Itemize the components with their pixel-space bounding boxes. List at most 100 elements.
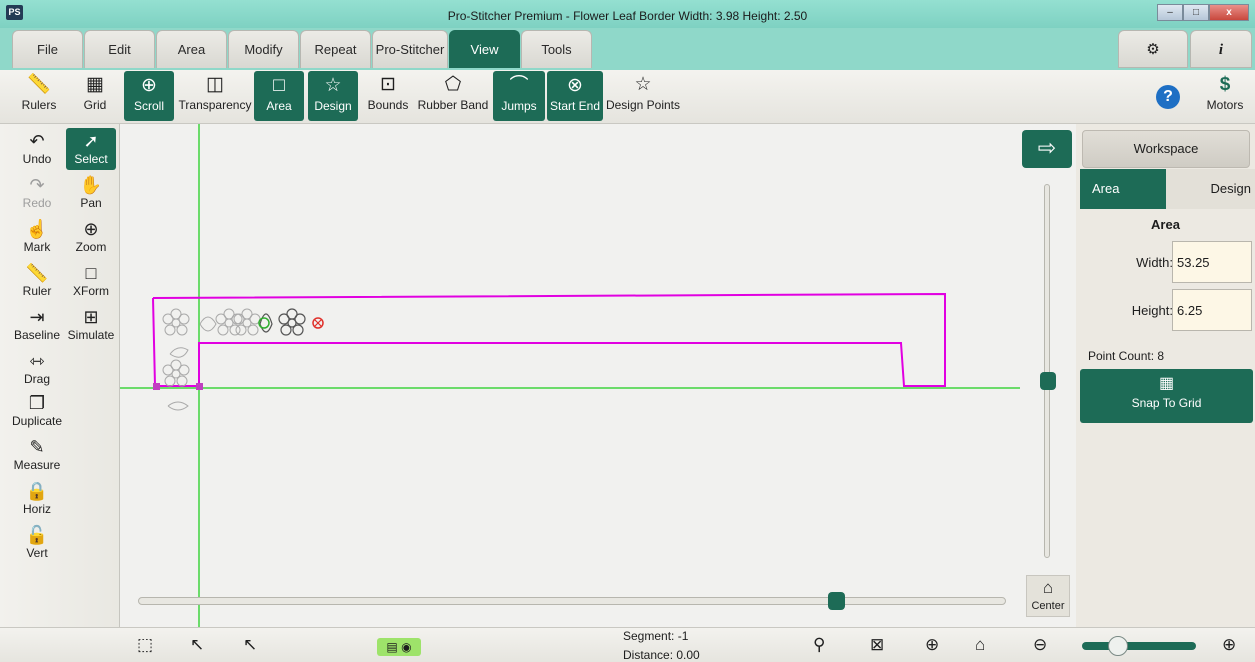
- bounds-button[interactable]: ⊡ Bounds: [364, 70, 412, 122]
- select-box-icon[interactable]: ⬚: [137, 635, 153, 655]
- undo-label: Undo: [22, 152, 52, 166]
- close-button[interactable]: x: [1209, 4, 1249, 21]
- tab-tools[interactable]: Tools: [521, 30, 592, 68]
- drag-label: Drag: [23, 372, 50, 386]
- vert-icon: 🔓: [25, 525, 49, 545]
- bounds-label: Bounds: [367, 98, 409, 112]
- move-end-icon[interactable]: ↖: [243, 635, 257, 655]
- mark-button[interactable]: ☝ Mark: [12, 216, 62, 258]
- redo-button[interactable]: ↷ Redo: [12, 172, 62, 214]
- xform-label: XForm: [73, 284, 109, 298]
- ruler-label: Ruler: [22, 284, 52, 298]
- area-label: Area: [266, 99, 292, 113]
- tab-design-properties[interactable]: Design: [1166, 169, 1255, 209]
- zoom-slider-track[interactable]: [1082, 642, 1196, 650]
- tab-area-properties[interactable]: Area: [1080, 169, 1166, 209]
- xform-button[interactable]: □ XForm: [66, 260, 116, 302]
- help-button[interactable]: ?: [1146, 70, 1190, 122]
- horizontal-scroll-track[interactable]: [138, 597, 1006, 605]
- start-end-button[interactable]: ⊗ Start End: [547, 71, 603, 121]
- zoom-out-icon[interactable]: ⊖: [1033, 635, 1047, 655]
- mark-icon: ☝: [25, 219, 49, 239]
- expand-panel-button[interactable]: ⇨: [1022, 130, 1072, 168]
- vert-button[interactable]: 🔓 Vert: [12, 522, 62, 564]
- title-bar: PS Pro-Stitcher Premium - Flower Leaf Bo…: [0, 0, 1255, 28]
- zoom-button[interactable]: ⊕ Zoom: [66, 216, 116, 258]
- undo-button[interactable]: ↶ Undo: [12, 128, 62, 170]
- tab-modify[interactable]: Modify: [228, 30, 299, 68]
- design-label: Design: [314, 99, 352, 113]
- design-toggle-button[interactable]: ☆ Design: [308, 71, 358, 121]
- drag-button[interactable]: ⇿ Drag: [12, 348, 62, 390]
- workspace-button[interactable]: Workspace: [1082, 130, 1250, 168]
- center-button[interactable]: ⌂ Center: [1026, 575, 1070, 617]
- zoom-icon: ⊕: [83, 219, 99, 239]
- zoom-label: Zoom: [75, 240, 107, 254]
- vertical-scroll-thumb[interactable]: [1040, 372, 1056, 390]
- toggle-icon: ▤ ◉: [386, 640, 412, 654]
- settings-button[interactable]: ⚙: [1118, 30, 1188, 68]
- simulate-label: Simulate: [67, 328, 115, 342]
- zoom-fit-icon[interactable]: ⚲: [813, 635, 825, 655]
- redo-icon: ↷: [29, 175, 45, 195]
- height-row: Height: 6.25: [1076, 289, 1255, 331]
- duplicate-button[interactable]: ❐ Duplicate: [12, 390, 62, 432]
- horizontal-scroll-thumb[interactable]: [828, 592, 845, 610]
- measure-label: Measure: [13, 458, 61, 472]
- zoom-actual-icon[interactable]: ⊕: [925, 635, 939, 655]
- help-icon: ?: [1146, 70, 1190, 109]
- ruler-tool-button[interactable]: 📏 Ruler: [12, 260, 62, 302]
- snap-to-grid-button[interactable]: ▦ Snap To Grid: [1080, 369, 1253, 423]
- properties-panel: Workspace Area Design Area Width: 53.25 …: [1076, 124, 1255, 627]
- tab-repeat[interactable]: Repeat: [300, 30, 371, 68]
- info-button[interactable]: i: [1190, 30, 1252, 68]
- rubber-band-icon: ⬠: [444, 74, 462, 95]
- stitch-view-toggle[interactable]: ▤ ◉: [377, 638, 421, 656]
- area-toggle-button[interactable]: □ Area: [254, 71, 304, 121]
- baseline-label: Baseline: [13, 328, 61, 342]
- design-points-button[interactable]: ☆ Design Points: [605, 70, 681, 122]
- rulers-button[interactable]: 📏 Rulers: [16, 70, 62, 122]
- select-label: Select: [74, 152, 108, 166]
- view-toolbar: 📏 Rulers ▦ Grid ⊕ Scroll ◫ Transparency …: [0, 70, 1255, 124]
- baseline-button[interactable]: ⇥ Baseline: [12, 304, 62, 346]
- zoom-in-icon[interactable]: ⊕: [1222, 635, 1236, 655]
- jumps-button[interactable]: ⌒ Jumps: [493, 71, 545, 121]
- tab-edit[interactable]: Edit: [84, 30, 155, 68]
- transparency-button[interactable]: ◫ Transparency: [178, 70, 252, 122]
- home-icon[interactable]: ⌂: [975, 635, 985, 655]
- tab-view[interactable]: View: [449, 30, 520, 68]
- tool-panel: ↶ Undo ➚ Select ↷ Redo ✋ Pan ☝ Mark ⊕ Zo…: [0, 124, 120, 627]
- ruler-icon: 📏: [27, 74, 51, 95]
- tab-pro-stitcher[interactable]: Pro-Stitcher: [372, 30, 448, 68]
- horiz-button[interactable]: 🔒 Horiz: [12, 478, 62, 520]
- design-canvas[interactable]: ⇨ ⌂ Center: [120, 124, 1076, 627]
- maximize-button[interactable]: □: [1183, 4, 1209, 21]
- zoom-area-icon[interactable]: ⊠: [870, 635, 884, 655]
- simulate-button[interactable]: ⊞ Simulate: [66, 304, 116, 346]
- redo-label: Redo: [22, 196, 52, 210]
- scroll-button[interactable]: ⊕ Scroll: [124, 71, 174, 121]
- area-icon: □: [273, 75, 285, 96]
- minimize-button[interactable]: –: [1157, 4, 1183, 21]
- grid-label: Grid: [83, 98, 107, 112]
- grid-icon: ▦: [86, 74, 104, 95]
- section-title: Area: [1151, 217, 1180, 232]
- info-icon: i: [1218, 42, 1224, 58]
- height-field[interactable]: 6.25: [1172, 289, 1252, 331]
- move-corner-icon[interactable]: ↖: [190, 635, 204, 655]
- measure-button[interactable]: ✎ Measure: [12, 434, 62, 476]
- tab-area[interactable]: Area: [156, 30, 227, 68]
- area-corner-handle[interactable]: [196, 383, 203, 390]
- width-field[interactable]: 53.25: [1172, 241, 1252, 283]
- motors-button[interactable]: $ Motors: [1200, 70, 1250, 122]
- grid-button[interactable]: ▦ Grid: [72, 70, 118, 122]
- bounds-icon: ⊡: [380, 74, 396, 95]
- vertical-scroll-track[interactable]: [1044, 184, 1050, 558]
- select-button[interactable]: ➚ Select: [66, 128, 116, 170]
- tab-file[interactable]: File: [12, 30, 83, 68]
- pan-button[interactable]: ✋ Pan: [66, 172, 116, 214]
- rubber-band-button[interactable]: ⬠ Rubber Band: [416, 70, 490, 122]
- area-corner-handle[interactable]: [153, 383, 160, 390]
- zoom-slider-thumb[interactable]: [1108, 636, 1128, 656]
